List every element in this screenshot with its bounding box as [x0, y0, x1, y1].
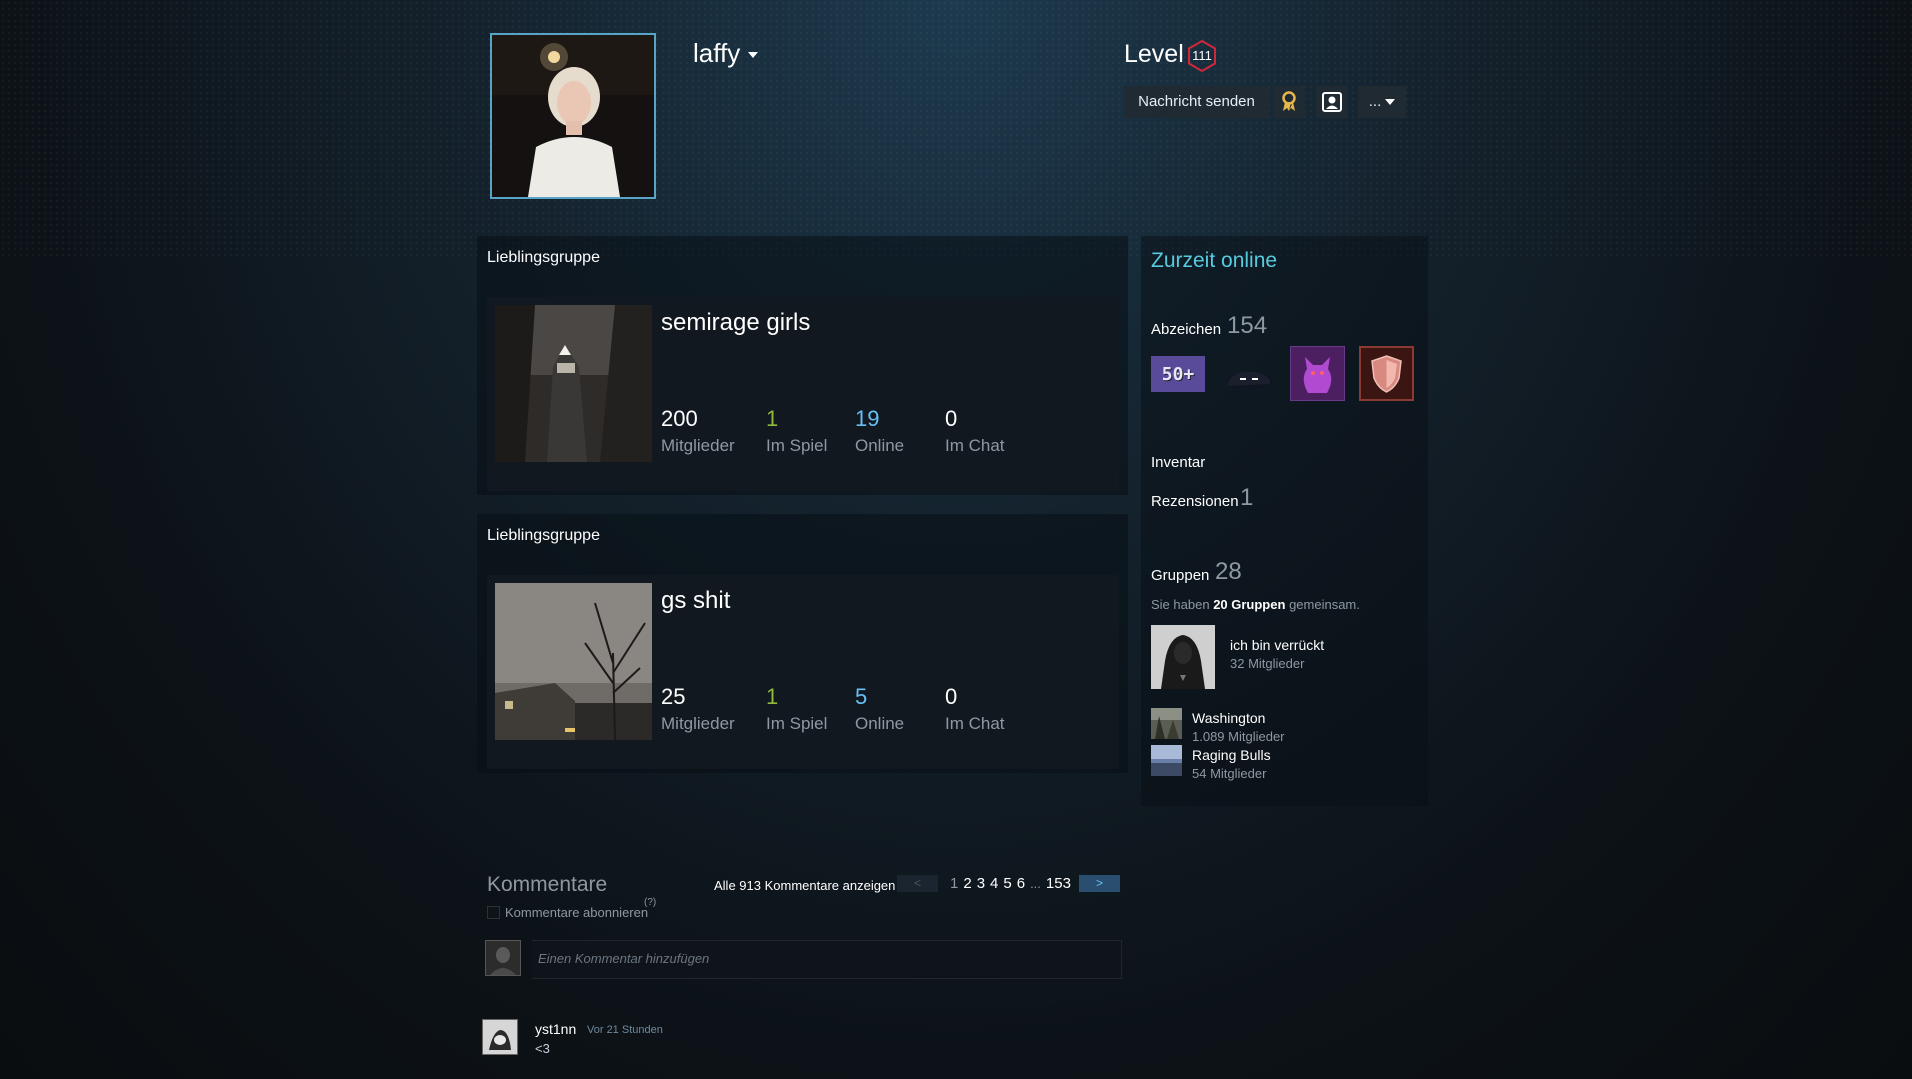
help-link[interactable]: (?): [644, 897, 656, 908]
award-button[interactable]: [1273, 86, 1305, 118]
shield-badge-icon: [1371, 355, 1402, 393]
badge-shield[interactable]: [1359, 346, 1414, 401]
group-stat-ingame: 1: [766, 406, 779, 431]
page-link-last[interactable]: 153: [1046, 875, 1071, 892]
group-stat-ingame: 1: [766, 684, 779, 709]
award-icon: [1282, 91, 1296, 111]
username-dropdown[interactable]: laffy: [693, 38, 759, 69]
group-members: 1.089 Mitglieder: [1192, 729, 1285, 744]
my-avatar: [485, 940, 521, 976]
commenter-avatar[interactable]: [482, 1019, 518, 1055]
group-stat-ingame-label: Im Spiel: [766, 436, 828, 455]
group-stat-ingame-label: Im Spiel: [766, 714, 828, 733]
badge-50-plus[interactable]: 50+: [1151, 356, 1205, 392]
group-stat-members: 25: [661, 684, 686, 709]
group-stat-online: 19: [855, 406, 880, 431]
subscribe-label[interactable]: Kommentare abonnieren: [505, 905, 648, 920]
group-name[interactable]: Washington: [1192, 710, 1265, 726]
badge-demon[interactable]: [1290, 346, 1345, 401]
chevron-down-icon: [748, 52, 759, 59]
pager-pages: 1 2 3 4 5 6 ... 153: [950, 875, 1071, 892]
profile-avatar[interactable]: [490, 33, 656, 199]
group-avatar[interactable]: [1151, 625, 1215, 689]
group-avatar[interactable]: [1151, 745, 1182, 776]
group-members: 32 Mitglieder: [1230, 656, 1305, 671]
group-stat-members: 200: [661, 406, 698, 431]
more-options-button[interactable]: ...: [1358, 86, 1406, 118]
more-label: ...: [1368, 93, 1382, 110]
username: laffy: [693, 38, 741, 68]
group-stat-inchat-label: Im Chat: [945, 714, 1005, 733]
friend-button[interactable]: [1316, 86, 1348, 118]
view-all-comments-link[interactable]: Alle 913 Kommentare anzeigen: [714, 878, 895, 893]
level-badge[interactable]: 111: [1186, 39, 1218, 73]
group-stat-inchat: 0: [945, 406, 958, 431]
badge-car[interactable]: [1222, 356, 1276, 400]
group-stat-online-label: Online: [855, 436, 905, 455]
page-link[interactable]: 6: [1017, 875, 1025, 892]
groups-common-count: 20 Gruppen: [1213, 597, 1286, 612]
group-name[interactable]: Raging Bulls: [1192, 747, 1271, 763]
level-label: Level: [1124, 40, 1184, 68]
groups-common-suffix: gemeinsam.: [1289, 597, 1360, 612]
reviews-link[interactable]: Rezensionen: [1151, 493, 1239, 510]
badge-50-plus-label: 50+: [1161, 363, 1195, 385]
send-message-button[interactable]: Nachricht senden: [1124, 86, 1269, 118]
group-name[interactable]: ich bin verrückt: [1230, 637, 1324, 653]
user-profile-icon: [1322, 92, 1342, 112]
favorite-group-title: Lieblingsgruppe: [487, 249, 600, 266]
comment-input[interactable]: Einen Kommentar hinzufügen: [532, 940, 1122, 979]
group-stat-members-label: Mitglieder: [661, 436, 735, 455]
page-link[interactable]: 2: [963, 875, 971, 892]
group-stat-members-label: Mitglieder: [661, 714, 735, 733]
groups-common-prefix: Sie haben: [1151, 597, 1210, 612]
pager-next-button[interactable]: >: [1079, 875, 1120, 892]
comment-timestamp: Vor 21 Stunden: [587, 1024, 663, 1036]
group-avatar[interactable]: [495, 583, 652, 740]
subscribe-checkbox[interactable]: [487, 906, 500, 919]
page-link[interactable]: 3: [977, 875, 985, 892]
comments-title: Kommentare: [487, 873, 608, 896]
groups-count[interactable]: 28: [1215, 558, 1242, 586]
comment-text: <3: [535, 1041, 550, 1056]
comment-author[interactable]: yst1nn: [535, 1021, 576, 1037]
demon-badge-icon: [1291, 347, 1344, 400]
group-avatar[interactable]: [1151, 708, 1182, 739]
group-stat-online: 5: [855, 684, 868, 709]
pager-ellipsis: ...: [1030, 876, 1041, 891]
badges-link[interactable]: Abzeichen: [1151, 321, 1221, 338]
car-badge-icon: [1225, 371, 1273, 389]
online-status: Zurzeit online: [1151, 249, 1278, 272]
page-link-current[interactable]: 1: [950, 875, 958, 892]
groups-link[interactable]: Gruppen: [1151, 567, 1209, 584]
pager-prev-button[interactable]: <: [897, 875, 938, 892]
header-texture: [0, 0, 1912, 260]
page-link[interactable]: 5: [1003, 875, 1011, 892]
group-stat-online-label: Online: [855, 714, 905, 733]
page-link[interactable]: 4: [990, 875, 998, 892]
favorite-group-title: Lieblingsgruppe: [487, 527, 600, 544]
inventory-link[interactable]: Inventar: [1151, 454, 1205, 471]
group-name[interactable]: gs shit: [661, 587, 730, 615]
group-members: 54 Mitglieder: [1192, 766, 1267, 781]
group-avatar[interactable]: [495, 305, 652, 462]
group-stat-inchat: 0: [945, 684, 958, 709]
level-value: 111: [1192, 48, 1212, 63]
chevron-down-icon: [1385, 99, 1396, 106]
badges-count[interactable]: 154: [1227, 312, 1267, 340]
reviews-count[interactable]: 1: [1240, 484, 1253, 512]
group-name[interactable]: semirage girls: [661, 309, 810, 337]
groups-common-text: Sie haben 20 Gruppen gemeinsam.: [1151, 597, 1360, 612]
group-stat-inchat-label: Im Chat: [945, 436, 1005, 455]
